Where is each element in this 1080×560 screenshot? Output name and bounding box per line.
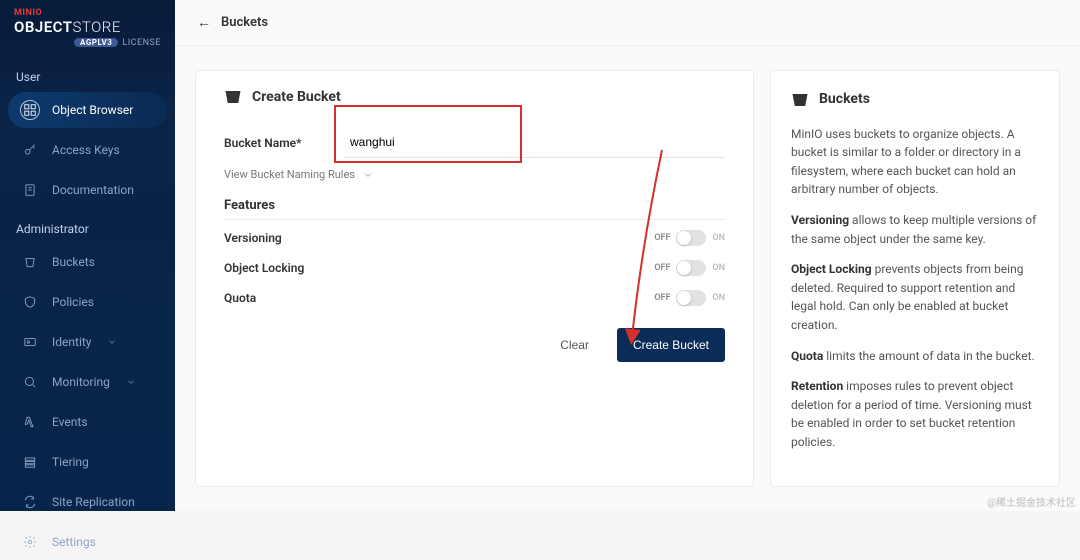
sidebar-item-label: Site Replication [52,495,135,509]
tier-icon [20,452,40,472]
shield-icon [20,292,40,312]
sidebar-item-identity[interactable]: Identity [6,324,169,360]
logo: MINIO OBJECTSTORE AGPLV3LICENSE [0,0,175,58]
doc-icon [20,180,40,200]
logo-brand: MINIO [14,8,161,18]
sidebar-item-object-browser[interactable]: Object Browser [8,92,167,128]
sidebar-item-label: Object Browser [52,103,133,117]
sidebar-item-label: Monitoring [52,375,110,389]
monitor-icon [20,372,40,392]
sidebar-item-label: Events [52,415,88,429]
feature-quota-row: Quota OFF ON [224,280,725,310]
features-header: Features [224,198,725,220]
bucket-name-input[interactable] [344,127,725,158]
sidebar-item-access-keys[interactable]: Access Keys [6,132,169,168]
section-user: User [0,58,175,90]
toggle-off-label: OFF [654,293,670,303]
chevron-down-icon [126,377,136,387]
sidebar-item-label: Policies [52,295,94,309]
help-text-versioning: Versioning allows to keep multiple versi… [791,211,1039,248]
grid-icon [20,100,40,120]
bucket-icon [224,89,242,105]
sidebar-item-policies[interactable]: Policies [6,284,169,320]
sidebar-item-label: Documentation [52,183,134,197]
lambda-icon [20,412,40,432]
license-badge: AGPLV3 [74,38,118,47]
naming-rules-link[interactable]: View Bucket Naming Rules [224,168,373,181]
sidebar-item-label: Identity [52,335,91,349]
sidebar: MINIO OBJECTSTORE AGPLV3LICENSE User Obj… [0,0,175,511]
sidebar-item-label: Buckets [52,255,95,269]
watermark: @稀土掘金技术社区 [987,494,1076,509]
feature-label: Object Locking [224,261,304,275]
breadcrumb[interactable]: Buckets [221,15,268,30]
chevron-down-icon [107,337,117,347]
gear-icon [20,532,40,552]
toggle-on-label: ON [712,233,725,243]
help-panel: Buckets MinIO uses buckets to organize o… [770,70,1060,487]
bucket-name-label: Bucket Name* [224,136,344,150]
sidebar-item-buckets[interactable]: Buckets [6,244,169,280]
feature-label: Quota [224,291,256,305]
object-locking-toggle[interactable] [676,260,706,276]
id-icon [20,332,40,352]
sidebar-item-documentation[interactable]: Documentation [6,172,169,208]
toggle-on-label: ON [712,263,725,273]
help-text-object-locking: Object Locking prevents objects from bei… [791,260,1039,334]
toggle-off-label: OFF [654,263,670,273]
feature-versioning-row: Versioning OFF ON [224,220,725,250]
back-arrow-icon[interactable]: ← [197,14,211,31]
create-bucket-button[interactable]: Create Bucket [617,328,725,362]
panel-title: Create Bucket [224,89,725,105]
bucket-icon [791,92,809,108]
main: ← Buckets Create Bucket Bucket Name* [175,0,1080,511]
toggle-off-label: OFF [654,233,670,243]
versioning-toggle[interactable] [676,230,706,246]
sidebar-item-label: Access Keys [52,143,120,157]
replication-icon [20,492,40,512]
chevron-down-icon [363,170,373,180]
sidebar-item-monitoring[interactable]: Monitoring [6,364,169,400]
help-title: Buckets [791,89,1039,111]
feature-label: Versioning [224,231,282,245]
sidebar-item-site-replication[interactable]: Site Replication [6,484,169,520]
create-bucket-panel: Create Bucket Bucket Name* View Bucket N… [195,70,754,487]
sidebar-item-events[interactable]: Events [6,404,169,440]
sidebar-item-settings[interactable]: Settings [6,524,169,560]
toggle-on-label: ON [712,293,725,303]
logo-title: OBJECTSTORE [14,18,161,36]
key-icon [20,140,40,160]
help-text-quota: Quota limits the amount of data in the b… [791,347,1039,366]
sidebar-item-tiering[interactable]: Tiering [6,444,169,480]
help-text-intro: MinIO uses buckets to organize objects. … [791,125,1039,199]
help-text-retention: Retention imposes rules to prevent objec… [791,377,1039,451]
sidebar-item-label: Settings [52,535,96,549]
clear-button[interactable]: Clear [550,330,599,360]
topbar: ← Buckets [175,0,1080,46]
quota-toggle[interactable] [676,290,706,306]
feature-object-locking-row: Object Locking OFF ON [224,250,725,280]
sidebar-item-label: Tiering [52,455,89,469]
logo-subtitle: AGPLV3LICENSE [14,38,161,48]
section-admin: Administrator [0,210,175,242]
bucket-icon [20,252,40,272]
